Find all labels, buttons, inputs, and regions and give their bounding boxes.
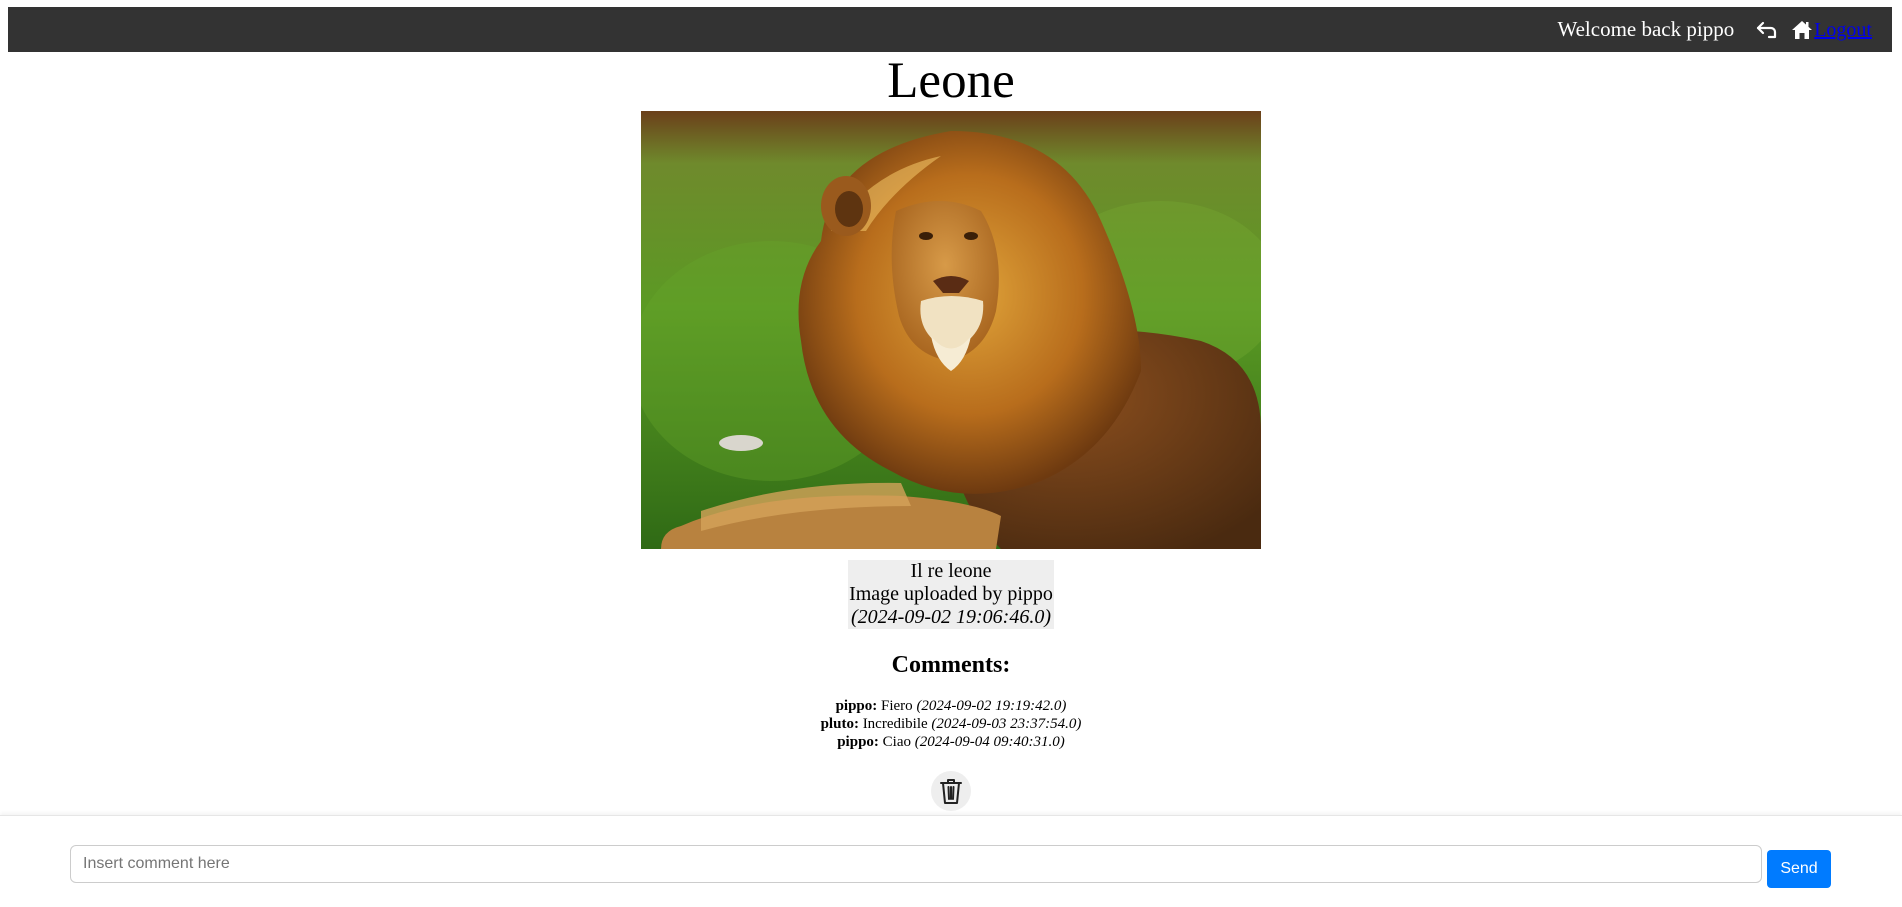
comment-author: pippo: bbox=[837, 734, 879, 750]
trash-icon bbox=[940, 779, 962, 804]
comments-heading: Comments: bbox=[891, 652, 1011, 678]
image-description: Il re leone bbox=[910, 560, 992, 582]
send-button[interactable]: Send bbox=[1767, 850, 1831, 888]
image-caption: Il re leone Image uploaded by pippo (202… bbox=[848, 560, 1054, 629]
comment-item: pippo: Ciao (2024-09-04 09:40:31.0) bbox=[821, 733, 1082, 751]
comment-date: (2024-09-04 09:40:31.0) bbox=[914, 734, 1065, 750]
logout-link[interactable]: Logout bbox=[1814, 19, 1872, 42]
image-uploader: Image uploaded by pippo bbox=[849, 583, 1053, 605]
comment-input[interactable] bbox=[70, 845, 1762, 883]
image-title: Leone bbox=[887, 53, 1015, 109]
top-navbar: Welcome back pippo Logout bbox=[8, 7, 1892, 52]
comment-text: Fiero bbox=[881, 698, 913, 714]
lion-photo bbox=[641, 111, 1261, 549]
comment-item: pluto: Incredibile (2024-09-03 23:37:54.… bbox=[821, 715, 1082, 733]
comment-item: pippo: Fiero (2024-09-02 19:19:42.0) bbox=[821, 697, 1082, 715]
comment-date: (2024-09-03 23:37:54.0) bbox=[931, 716, 1082, 732]
comments-list: pippo: Fiero (2024-09-02 19:19:42.0) plu… bbox=[821, 697, 1082, 751]
comment-text: Ciao bbox=[882, 734, 912, 750]
back-arrow-icon[interactable] bbox=[1754, 17, 1780, 43]
image-detail: Leone Il re leone Image uploaded by pipp… bbox=[0, 52, 1902, 811]
welcome-text: Welcome back pippo bbox=[1557, 17, 1735, 41]
comment-form: Send bbox=[0, 815, 1902, 907]
image-date: (2024-09-02 19:06:46.0) bbox=[851, 606, 1051, 628]
comment-author: pluto: bbox=[820, 716, 859, 732]
comment-author: pippo: bbox=[835, 698, 878, 714]
home-icon[interactable] bbox=[1790, 17, 1814, 43]
comment-date: (2024-09-02 19:19:42.0) bbox=[916, 698, 1067, 714]
delete-image-button[interactable] bbox=[931, 771, 971, 811]
comment-text: Incredibile bbox=[862, 716, 928, 732]
